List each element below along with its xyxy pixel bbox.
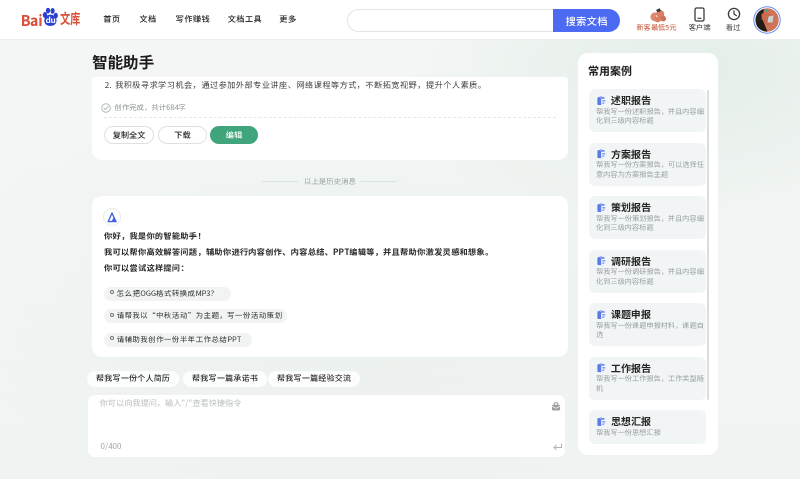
svg-text:du: du: [45, 15, 55, 26]
